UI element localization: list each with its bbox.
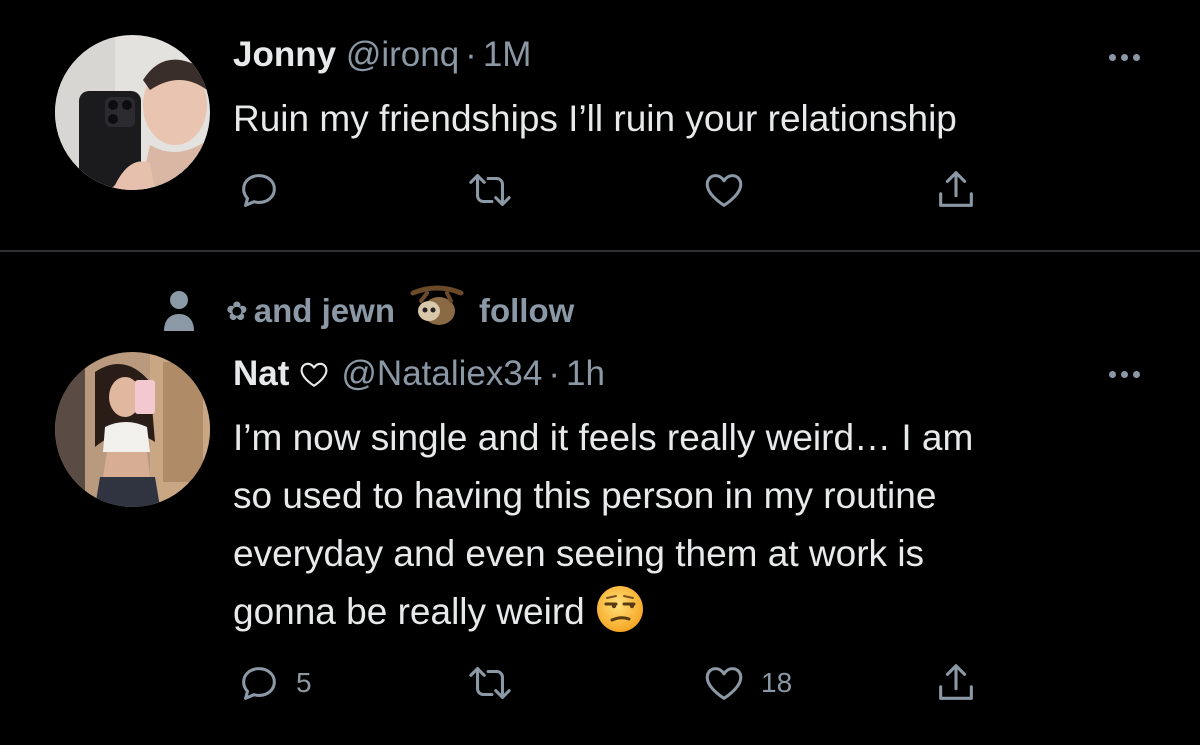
retweet-button[interactable] <box>465 660 529 706</box>
unamused-face-emoji-icon <box>595 584 645 651</box>
username[interactable]: @Nataliex34 <box>341 354 542 393</box>
reply-button[interactable]: 5 <box>236 660 312 706</box>
share-button[interactable] <box>933 660 979 706</box>
retweet-icon <box>469 667 511 699</box>
avatar[interactable] <box>55 352 210 507</box>
tweet-text-line-last: gonna be really weird <box>233 583 973 651</box>
timestamp[interactable]: 1h <box>566 354 605 393</box>
tweet-text-line: everyday and even seeing them at work is <box>233 533 925 574</box>
like-count: 18 <box>761 667 793 698</box>
reply-icon <box>242 667 276 700</box>
reply-count: 5 <box>296 667 312 698</box>
heart-icon <box>705 667 743 700</box>
tweet-header: Nat @Nataliex34 · 1h <box>233 352 605 400</box>
heart-outline-icon <box>297 356 331 400</box>
display-name[interactable]: Nat <box>233 354 289 393</box>
more-options-icon[interactable] <box>1109 371 1140 378</box>
share-icon <box>939 664 973 700</box>
tweet-nat[interactable]: Nat @Nataliex34 · 1h I’m now single and it … <box>0 0 1200 745</box>
tweet-text-line: I’m now single and it feels really weird… <box>233 417 974 458</box>
tweet-text: I’m now single and it feels really weird… <box>233 409 973 651</box>
tweet-text-line: so used to having this person in my rout… <box>233 475 937 516</box>
separator-dot: · <box>548 354 560 393</box>
tweet-text-line: gonna be really weird <box>233 591 585 632</box>
like-button[interactable]: 18 <box>701 660 792 706</box>
tweet-actions: 5 18 <box>233 660 993 710</box>
